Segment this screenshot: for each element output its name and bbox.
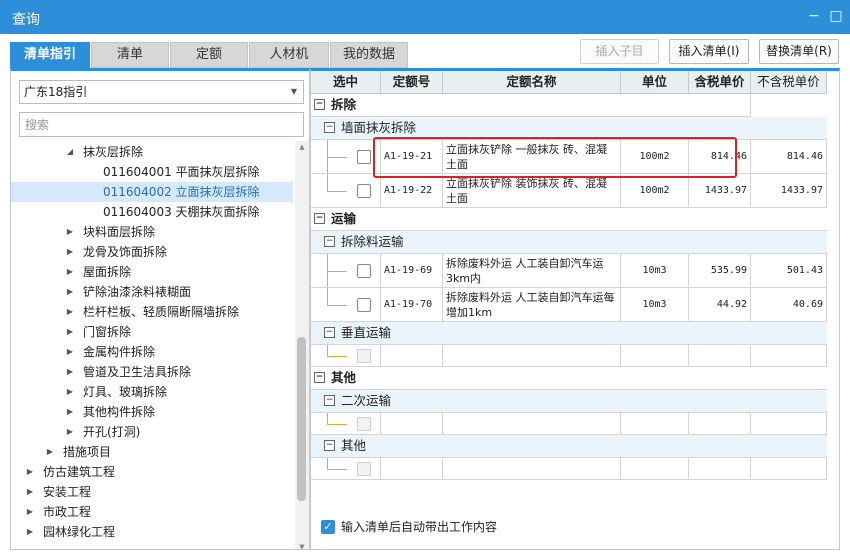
table-row[interactable]: A1-19-69 拆除废料外运 人工装自卸汽车运3km内 10m3 535.99… [311,254,827,288]
tree-node[interactable]: ▶ 栏杆栏板、轻质隔断隔墙拆除 [11,302,293,322]
collapse-icon[interactable]: − [324,395,335,406]
collapsed-icon[interactable]: ▶ [65,222,75,242]
group-row[interactable]: − 二次运输 [311,390,827,413]
quota-grid-panel: 选中 定额号 定额名称 单位 含税单价 不含税单价 − 拆除 − 墙面抹灰拆除 … [310,68,840,550]
col-header-code: 定额号 [381,71,443,94]
tree-node[interactable]: 011604001 平面抹灰层拆除 [11,162,293,182]
guide-select-value: 广东18指引 [24,85,88,99]
tree-node-selected[interactable]: 011604002 立面抹灰层拆除 [11,182,293,202]
replace-list-button[interactable]: 替换清单(R) [759,39,839,64]
tree-node[interactable]: ▶ 管道及卫生洁具拆除 [11,362,293,382]
tab-list[interactable]: 清单 [91,42,169,68]
guide-panel: 广东18指引 ▼ ◢ 抹灰层拆除 011604001 平面抹灰层拆除 01160… [10,68,310,550]
guide-tree: ◢ 抹灰层拆除 011604001 平面抹灰层拆除 011604002 立面抹灰… [11,141,293,549]
col-header-notax-price: 不含税单价 [751,71,827,94]
row-checkbox[interactable] [357,184,371,198]
group-row[interactable]: − 拆除 [311,94,751,117]
collapsed-icon[interactable]: ▶ [65,322,75,342]
group-row[interactable]: − 其他 [311,435,827,458]
collapse-icon[interactable]: − [314,213,325,224]
row-checkbox[interactable] [357,150,371,164]
insert-child-button[interactable]: 插入子目 [580,39,659,64]
tab-list-guide[interactable]: 清单指引 [10,42,90,68]
row-checkbox-disabled [357,349,371,363]
minimize-icon[interactable]: − [804,6,824,26]
collapsed-icon[interactable]: ▶ [25,482,35,502]
quota-grid: 选中 定额号 定额名称 单位 含税单价 不含税单价 − 拆除 − 墙面抹灰拆除 … [311,71,827,481]
tree-node[interactable]: ▶ 安装工程 [11,482,293,502]
tree-node[interactable]: ▶ 门窗拆除 [11,322,293,342]
col-header-name: 定额名称 [443,71,621,94]
search-input[interactable] [19,112,304,137]
scroll-up-icon[interactable]: ▲ [295,141,309,153]
row-checkbox-disabled [357,417,371,431]
tree-node[interactable]: ▶ 措施项目 [11,442,293,462]
collapse-icon[interactable]: − [324,122,335,133]
group-row[interactable]: − 其他 [311,367,827,390]
table-row-empty [311,345,827,367]
collapse-icon[interactable]: − [314,99,325,110]
dropdown-caret-icon: ▼ [290,87,297,96]
collapsed-icon[interactable]: ▶ [65,282,75,302]
tree-node[interactable]: ◢ 抹灰层拆除 [11,142,293,162]
tree-node[interactable]: ▶ 铲除油漆涂料裱糊面 [11,282,293,302]
col-header-tax-price: 含税单价 [689,71,751,94]
table-row-empty [311,458,827,480]
row-checkbox[interactable] [357,298,371,312]
tree-node[interactable]: ▶ 园林绿化工程 [11,522,293,542]
group-row[interactable]: − 拆除料运输 [311,231,827,254]
tree-node[interactable]: ▶ 龙骨及饰面拆除 [11,242,293,262]
collapsed-icon[interactable]: ▶ [65,402,75,422]
insert-list-button[interactable]: 插入清单(I) [669,39,749,64]
tree-node[interactable]: ▶ 灯具、玻璃拆除 [11,382,293,402]
collapse-icon[interactable]: − [324,327,335,338]
tab-materials[interactable]: 人材机 [249,42,329,68]
window-title: 查询 [12,12,40,28]
tree-node[interactable]: ▶ 屋面拆除 [11,262,293,282]
group-row[interactable]: − 垂直运输 [311,322,827,345]
collapse-icon[interactable]: − [314,372,325,383]
col-header-select: 选中 [311,71,381,94]
tree-node[interactable]: ▶ 金属构件拆除 [11,342,293,362]
tree-node[interactable]: ▶ 其他构件拆除 [11,402,293,422]
collapsed-icon[interactable]: ▶ [65,302,75,322]
highlight-box [373,137,737,178]
collapse-icon[interactable]: − [324,440,335,451]
collapsed-icon[interactable]: ▶ [65,342,75,362]
collapsed-icon[interactable]: ▶ [45,442,55,462]
tree-node[interactable]: 011604003 天棚抹灰面拆除 [11,202,293,222]
tree-scrollbar[interactable]: ▲ ▼ [295,141,309,549]
collapsed-icon[interactable]: ▶ [65,362,75,382]
collapsed-icon[interactable]: ▶ [25,522,35,542]
scroll-down-icon[interactable]: ▼ [295,541,309,549]
tree-node[interactable]: ▶ 块料面层拆除 [11,222,293,242]
maximize-icon[interactable]: □ [826,6,846,26]
table-row-empty [311,413,827,435]
tab-quota[interactable]: 定额 [170,42,248,68]
group-row[interactable]: − 运输 [311,208,827,231]
checkbox-checked-icon[interactable]: ✓ [321,520,335,534]
collapsed-icon[interactable]: ▶ [65,422,75,442]
collapsed-icon[interactable]: ▶ [65,382,75,402]
collapsed-icon[interactable]: ▶ [65,262,75,282]
tree-node[interactable]: ▶ 开孔(打洞) [11,422,293,442]
collapse-icon[interactable]: − [324,236,335,247]
table-row[interactable]: A1-19-70 拆除废料外运 人工装自卸汽车运每增加1km 10m3 44.9… [311,288,827,322]
row-checkbox[interactable] [357,264,371,278]
tree-node[interactable]: ▶ 仿古建筑工程 [11,462,293,482]
row-checkbox-disabled [357,462,371,476]
tree-node[interactable]: ▶ 市政工程 [11,502,293,522]
scroll-thumb[interactable] [297,337,306,501]
collapsed-icon[interactable]: ▶ [25,502,35,522]
title-bar: 查询 − □ [0,0,850,34]
tab-my-data[interactable]: 我的数据 [330,42,408,68]
collapsed-icon[interactable]: ▶ [25,462,35,482]
expanded-icon[interactable]: ◢ [65,142,75,162]
table-row[interactable]: A1-19-22 立面抹灰铲除 装饰抹灰 砖、混凝土面 100m2 1433.9… [311,174,827,208]
col-header-unit: 单位 [621,71,689,94]
guide-select[interactable]: 广东18指引 ▼ [19,80,304,104]
collapsed-icon[interactable]: ▶ [65,242,75,262]
